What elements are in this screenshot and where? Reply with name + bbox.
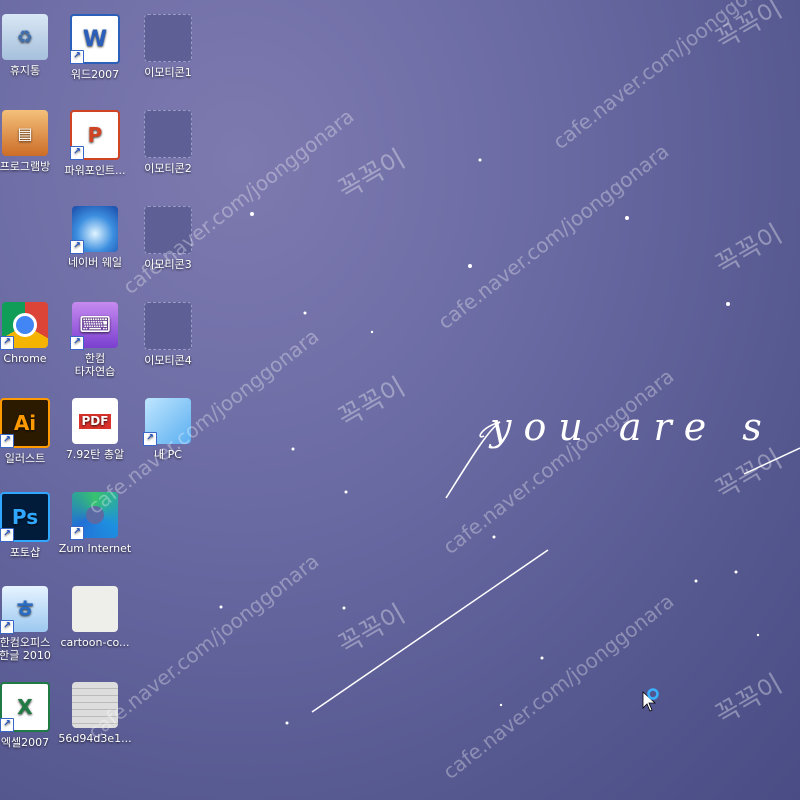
desktop-icon-emoticon1[interactable]: 이모티콘1 [125,0,211,92]
program-room-icon: ▤ [2,110,48,156]
desktop-icon-this-pc[interactable]: ↗ 내 PC [125,384,211,476]
emoticon-folder-icon [144,110,192,158]
desktop-icon-label: 56d94d3e1... [58,732,132,745]
shortcut-arrow-icon: ↗ [143,432,157,446]
image-file-icon [72,586,118,632]
shortcut-arrow-icon: ↗ [70,336,84,350]
desktop-icon-image-file[interactable]: 56d94d3e1... [52,668,138,760]
image-file-icon [72,682,118,728]
shortcut-arrow-icon: ↗ [70,50,84,64]
desktop-icon-label: 내 PC [154,448,182,461]
naver-whale-icon: ↗ [70,206,118,254]
photoshop-icon: Ps ↗ [0,492,50,542]
emoticon-folder-icon [144,14,192,62]
hancom-typing-icon: ⌨ ↗ [70,302,118,350]
desktop[interactable]: ♻ 휴지통 ▤ 프로그램방 ↗ Chrome Ai ↗ 일러스트 Ps ↗ 포토샵 … [0,0,800,800]
desktop-icon-label: 이모티콘2 [144,162,192,175]
desktop-icon-label: Zum Internet [58,542,132,555]
desktop-icon-label: 이모티콘1 [144,66,192,79]
shortcut-arrow-icon: ↗ [70,146,84,160]
powerpoint-icon: P ↗ [70,110,120,160]
desktop-icon-zum-internet[interactable]: ↗ Zum Internet [52,478,138,570]
shortcut-arrow-icon: ↗ [0,434,14,448]
desktop-icon-label: 이모티콘3 [144,258,192,271]
this-pc-icon: ↗ [143,398,191,446]
desktop-icon-label: 이모티콘4 [144,354,192,367]
recycle-bin-icon: ♻ [2,14,48,60]
shortcut-arrow-icon: ↗ [0,528,14,542]
shortcut-arrow-icon: ↗ [0,336,14,350]
desktop-icon-cartoon-image[interactable]: cartoon-co... [52,572,138,664]
shortcut-arrow-icon: ↗ [70,240,84,254]
shortcut-arrow-icon: ↗ [0,718,14,732]
illustrator-icon: Ai ↗ [0,398,50,448]
hwp-icon: ㅎ ↗ [0,586,48,634]
desktop-icon-emoticon4[interactable]: 이모티콘4 [125,288,211,380]
shortcut-arrow-icon: ↗ [70,526,84,540]
emoticon-folder-icon [144,206,192,254]
desktop-icon-emoticon3[interactable]: 이모티콘3 [125,192,211,284]
emoticon-folder-icon [144,302,192,350]
chrome-icon: ↗ [0,302,48,350]
shortcut-arrow-icon: ↗ [0,620,14,634]
desktop-icon-label: cartoon-co... [60,636,130,649]
zum-internet-icon: ↗ [70,492,118,540]
word-icon: W ↗ [70,14,120,64]
pdf-file-icon: PDF [72,398,118,444]
excel-icon: X ↗ [0,682,50,732]
desktop-icon-emoticon2[interactable]: 이모티콘2 [125,96,211,188]
